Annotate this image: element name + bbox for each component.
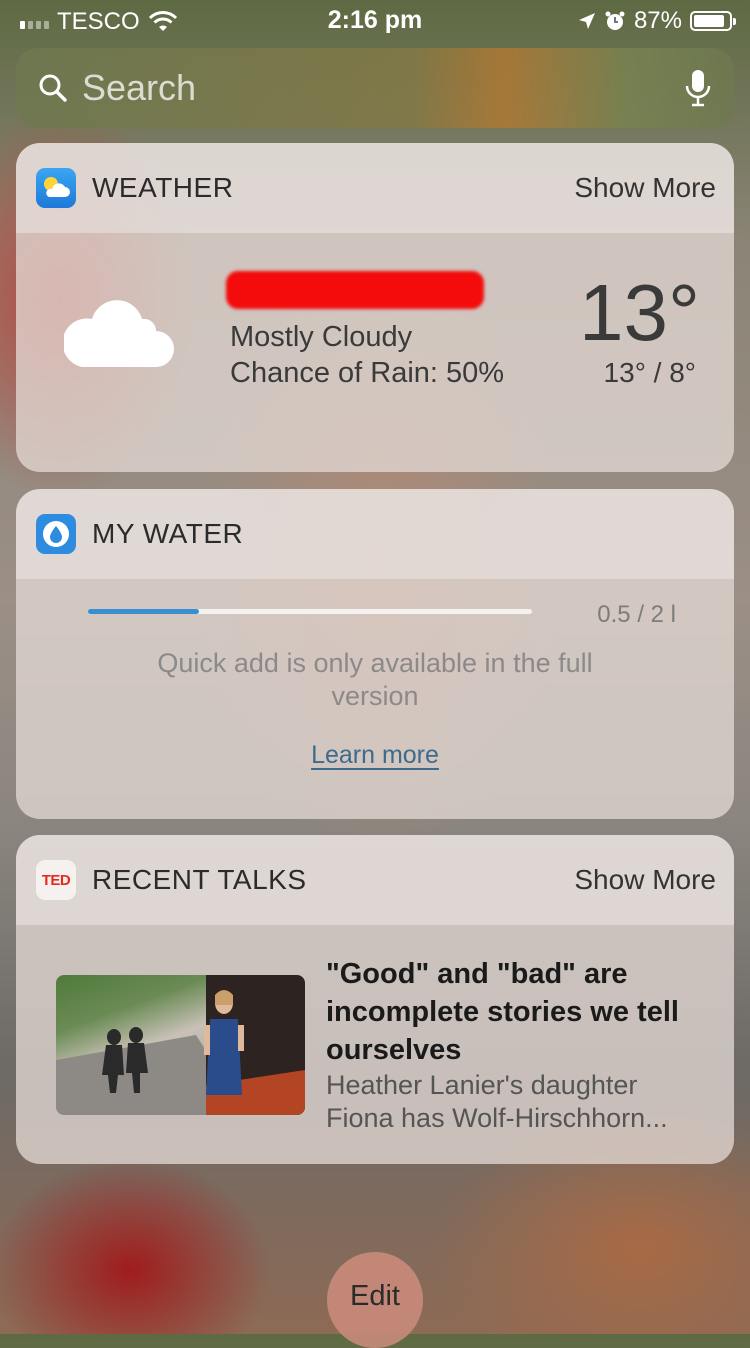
weather-condition: Mostly Cloudy <box>230 321 413 353</box>
ted-app-icon: TED <box>36 860 76 900</box>
current-temperature: 13° <box>579 268 700 357</box>
temperature-range: 13° / 8° <box>603 357 696 388</box>
redacted-location <box>226 271 484 309</box>
weather-title: WEATHER <box>92 172 234 203</box>
water-title: MY WATER <box>92 518 244 549</box>
talks-title: RECENT TALKS <box>92 864 307 895</box>
cloud-icon <box>64 300 174 367</box>
water-body: 0.5 / 2 l Quick add is only available in… <box>16 579 734 819</box>
learn-more-link[interactable]: Learn more <box>311 741 439 769</box>
water-header: MY WATER <box>16 489 734 579</box>
quick-add-text: Quick add is only available in the full … <box>157 648 593 711</box>
ted-logo: TED <box>41 871 71 889</box>
water-progress-fill <box>88 609 199 614</box>
talk-title[interactable]: "Good" and "bad" are incomplete stories … <box>326 955 706 1069</box>
status-right: 87% <box>578 7 736 35</box>
talk-description: Heather Lanier's daughter Fiona has Wolf… <box>326 1070 668 1133</box>
battery-icon <box>690 11 736 31</box>
water-progress-bar <box>88 609 532 614</box>
alarm-icon <box>605 11 625 30</box>
talks-widget[interactable]: TED RECENT TALKS Show More "Good" and "b… <box>16 835 734 1164</box>
search-input[interactable]: Search <box>82 67 684 109</box>
search-bar[interactable]: Search <box>16 48 734 128</box>
battery-fill <box>694 15 725 27</box>
water-app-icon <box>36 514 76 554</box>
water-amount: 0.5 / 2 l <box>597 601 676 628</box>
battery-percent: 87% <box>633 7 682 34</box>
weather-show-more[interactable]: Show More <box>574 172 716 204</box>
quick-add-notice: Quick add is only available in the full … <box>16 647 734 713</box>
microphone-icon[interactable] <box>684 68 712 108</box>
water-drop-icon <box>50 526 62 543</box>
status-bar: TESCO 2:16 pm 87% <box>0 0 750 40</box>
learn-more-row: Learn more <box>16 741 734 770</box>
weather-header: WEATHER Show More <box>16 143 734 233</box>
talk-item[interactable]: "Good" and "bad" are incomplete stories … <box>16 925 734 1164</box>
talks-show-more[interactable]: Show More <box>574 864 716 896</box>
location-icon <box>578 13 595 29</box>
water-widget[interactable]: MY WATER 0.5 / 2 l Quick add is only ava… <box>16 489 734 819</box>
rain-chance: Chance of Rain: 50% <box>230 357 505 389</box>
weather-widget[interactable]: WEATHER Show More Mostly Cloudy Chance o… <box>16 143 734 472</box>
weather-app-icon <box>36 168 76 208</box>
weather-body: Mostly Cloudy Chance of Rain: 50% 13° 13… <box>16 233 734 472</box>
talks-header: TED RECENT TALKS Show More <box>16 835 734 925</box>
search-icon <box>39 74 67 102</box>
weather-details: Mostly Cloudy Chance of Rain: 50% <box>230 319 504 391</box>
talk-thumbnail[interactable] <box>56 975 305 1115</box>
